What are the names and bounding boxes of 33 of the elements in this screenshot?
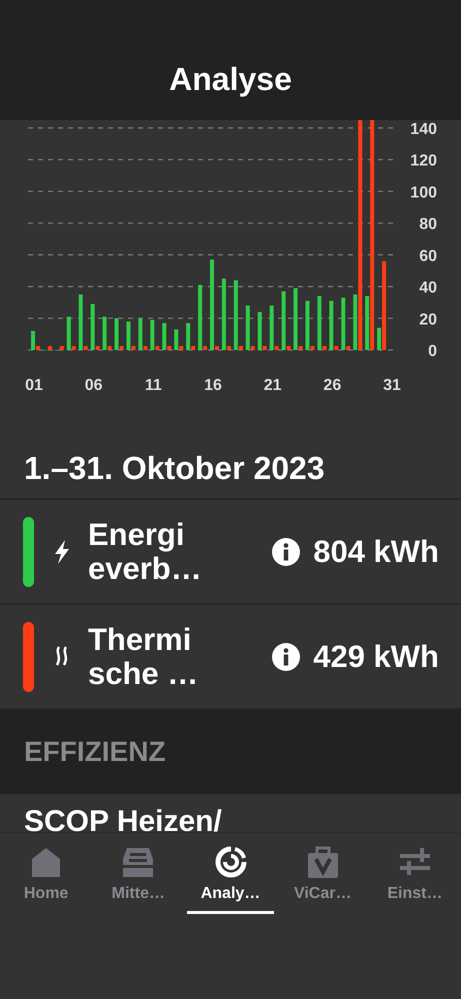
analysis-icon <box>214 845 248 879</box>
period-title: 1.–31. Oktober 2023 <box>0 430 461 500</box>
axis-label: 21 <box>264 377 282 394</box>
nav-tab[interactable]: Analy… <box>184 833 277 923</box>
nav-tab[interactable]: ViCar… <box>276 833 369 923</box>
axis-label: 120 <box>410 152 437 170</box>
nav-tab[interactable]: Mitte… <box>92 833 184 923</box>
axis-label: 11 <box>144 377 162 394</box>
legend-label: Thermi sche … <box>88 623 200 690</box>
axis-label: 100 <box>410 184 437 202</box>
axis-label: 01 <box>25 377 43 394</box>
axis-label: 80 <box>419 216 437 234</box>
axis-label: 0 <box>428 343 437 360</box>
energy-value: 804 kWh <box>313 534 439 570</box>
inbox-icon <box>121 845 156 879</box>
axis-label: 31 <box>383 377 401 394</box>
axis-label: 16 <box>204 377 222 394</box>
axis-label: 20 <box>419 311 437 328</box>
axis-label: 140 <box>410 120 437 138</box>
section-title: EFFIZIENZ <box>24 736 166 768</box>
row-label: SCOP Heizen/ <box>24 804 223 832</box>
info-icon[interactable] <box>271 536 302 566</box>
nav-tab[interactable]: Home <box>0 833 92 923</box>
axis-label: 06 <box>84 377 103 394</box>
nav-tab[interactable]: Einst… <box>368 833 461 923</box>
axis-label: 26 <box>323 377 342 394</box>
energy-value: 429 kWh <box>313 638 439 674</box>
info-icon[interactable] <box>271 642 302 672</box>
axis-label: 60 <box>419 248 437 265</box>
axis-label: 40 <box>419 280 437 297</box>
bag-icon <box>306 845 340 879</box>
legend-label: Energi everb… <box>88 518 203 585</box>
screen-title: Analyse <box>169 61 292 98</box>
